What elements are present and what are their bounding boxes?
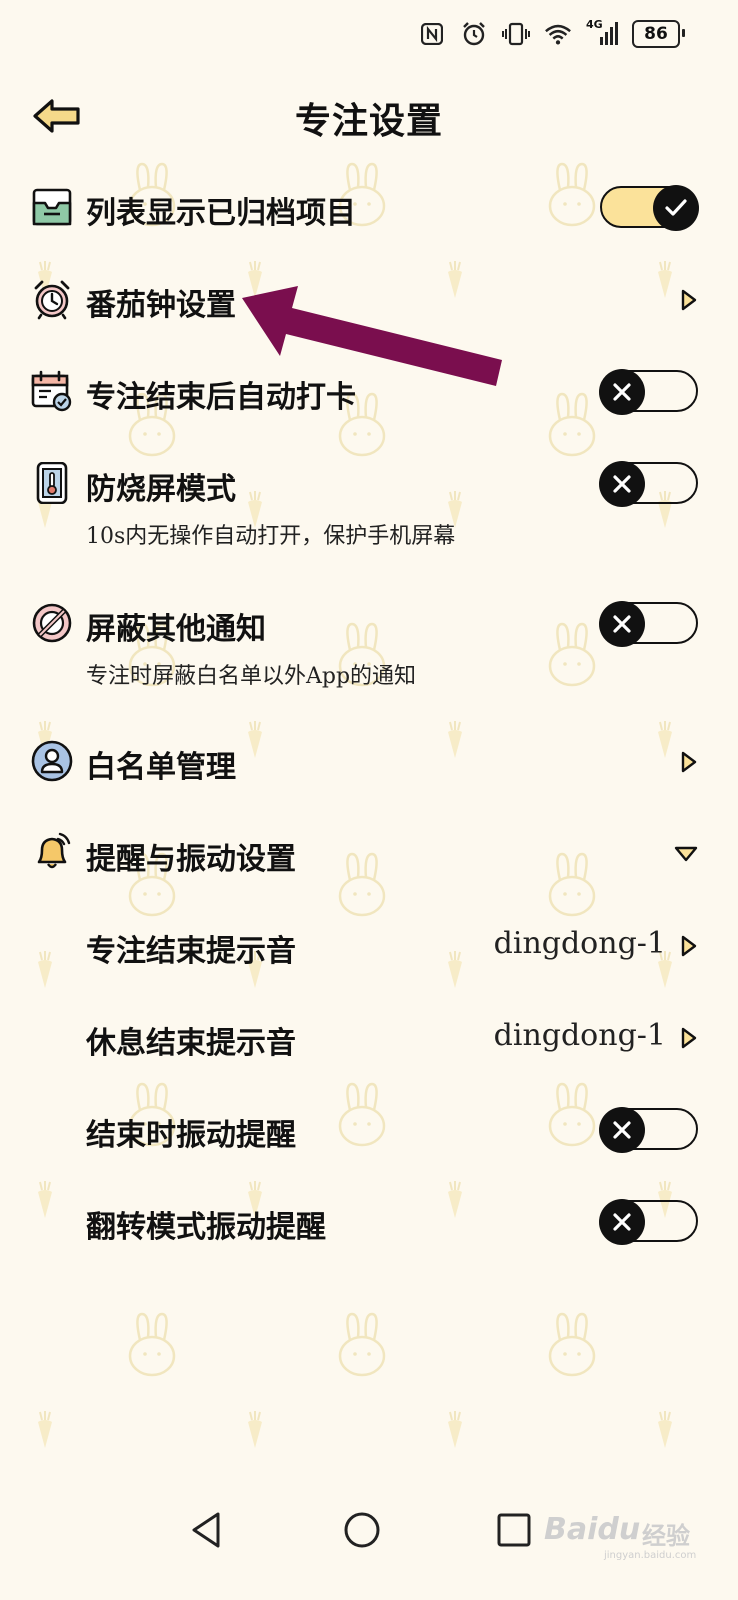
phone-thermometer-icon	[36, 462, 68, 504]
setting-value: dingdong-1	[493, 1018, 666, 1053]
toggle-knob	[599, 1107, 645, 1153]
chevron-right-icon	[681, 289, 697, 311]
alarm-icon	[460, 20, 488, 48]
setting-label: 提醒与振动设置	[86, 842, 296, 877]
setting-value: dingdong-1	[493, 926, 666, 961]
carrot-pattern-icon	[30, 1410, 60, 1454]
chevron-right-icon	[681, 1027, 697, 1049]
close-icon	[613, 1121, 631, 1139]
check-icon	[665, 199, 687, 216]
toggle-knob	[599, 1199, 645, 1245]
watermark-suffix: 经验	[642, 1522, 690, 1550]
close-icon	[613, 1213, 631, 1231]
header: 专注设置	[0, 86, 738, 146]
background-pattern	[0, 0, 738, 1600]
close-icon	[613, 475, 631, 493]
status-bar: 4G 86	[418, 14, 685, 54]
archive-box-icon	[32, 188, 72, 226]
carrot-pattern-icon	[240, 1410, 270, 1454]
network-type-label: 4G	[586, 18, 603, 31]
user-icon	[31, 740, 73, 782]
setting-label: 防烧屏模式	[86, 472, 236, 507]
archived-toggle[interactable]	[600, 185, 699, 231]
setting-description: 10s内无操作自动打开，保护手机屏幕	[86, 524, 456, 549]
block-icon	[32, 603, 72, 643]
burn-in-toggle[interactable]	[599, 461, 698, 507]
page-title: 专注设置	[294, 100, 443, 142]
nfc-icon	[418, 20, 446, 48]
alarm-clock-icon	[34, 280, 70, 320]
toggle-knob	[599, 369, 645, 415]
close-icon	[613, 383, 631, 401]
end-vibrate-toggle[interactable]	[599, 1107, 698, 1153]
setting-row-reminder[interactable]: 提醒与振动设置	[0, 828, 738, 880]
carrot-pattern-icon	[440, 1410, 470, 1454]
setting-label: 列表显示已归档项目	[86, 196, 356, 231]
setting-row-end-vibrate[interactable]: 结束时振动提醒	[0, 1104, 738, 1156]
chevron-right-icon	[681, 751, 697, 773]
calendar-check-icon	[31, 370, 72, 412]
chevron-down-icon	[674, 846, 698, 862]
nav-recents-icon[interactable]	[492, 1508, 536, 1552]
setting-row-archived[interactable]: 列表显示已归档项目	[0, 182, 738, 234]
battery-icon: 86	[632, 20, 685, 48]
baidu-watermark: Baidu 经验 jingyan.baidu.com	[544, 1508, 704, 1568]
cell-signal-icon: 4G	[586, 18, 618, 48]
setting-label: 专注结束提示音	[86, 934, 296, 969]
flip-vibrate-toggle[interactable]	[599, 1199, 698, 1245]
watermark-url: jingyan.baidu.com	[604, 1550, 697, 1561]
toggle-knob	[653, 185, 699, 231]
setting-row-focus-end-sound[interactable]: 专注结束提示音 dingdong-1	[0, 920, 738, 972]
nav-back-icon[interactable]	[186, 1508, 230, 1552]
vibrate-icon	[502, 20, 530, 48]
annotation-arrow-icon	[242, 286, 502, 386]
setting-row-whitelist[interactable]: 白名单管理	[0, 736, 738, 788]
setting-label: 屏蔽其他通知	[86, 612, 266, 647]
setting-label: 番茄钟设置	[86, 288, 236, 323]
bell-icon	[37, 832, 71, 869]
block-notifications-toggle[interactable]	[599, 601, 698, 647]
wifi-icon	[544, 20, 572, 48]
carrot-pattern-icon	[650, 1410, 680, 1454]
chevron-right-icon	[681, 935, 697, 957]
setting-label: 结束时振动提醒	[86, 1118, 296, 1153]
setting-label: 翻转模式振动提醒	[86, 1210, 326, 1245]
setting-row-burn-in[interactable]: 防烧屏模式 10s内无操作自动打开，保护手机屏幕	[0, 458, 738, 558]
close-icon	[613, 615, 631, 633]
battery-level: 86	[644, 24, 668, 44]
setting-row-flip-vibrate[interactable]: 翻转模式振动提醒	[0, 1196, 738, 1248]
bunny-pattern-icon	[540, 1310, 604, 1380]
bunny-pattern-icon	[330, 1310, 394, 1380]
toggle-knob	[599, 461, 645, 507]
toggle-knob	[599, 601, 645, 647]
nav-home-icon[interactable]	[340, 1508, 384, 1552]
setting-label: 休息结束提示音	[86, 1026, 296, 1061]
setting-row-break-end-sound[interactable]: 休息结束提示音 dingdong-1	[0, 1012, 738, 1064]
setting-label: 白名单管理	[86, 750, 236, 785]
auto-checkin-toggle[interactable]	[599, 369, 698, 415]
setting-description: 专注时屏蔽白名单以外App的通知	[86, 664, 417, 689]
setting-row-block-notifications[interactable]: 屏蔽其他通知 专注时屏蔽白名单以外App的通知	[0, 598, 738, 698]
bunny-pattern-icon	[120, 1310, 184, 1380]
watermark-brand: Baidu	[544, 1512, 641, 1547]
